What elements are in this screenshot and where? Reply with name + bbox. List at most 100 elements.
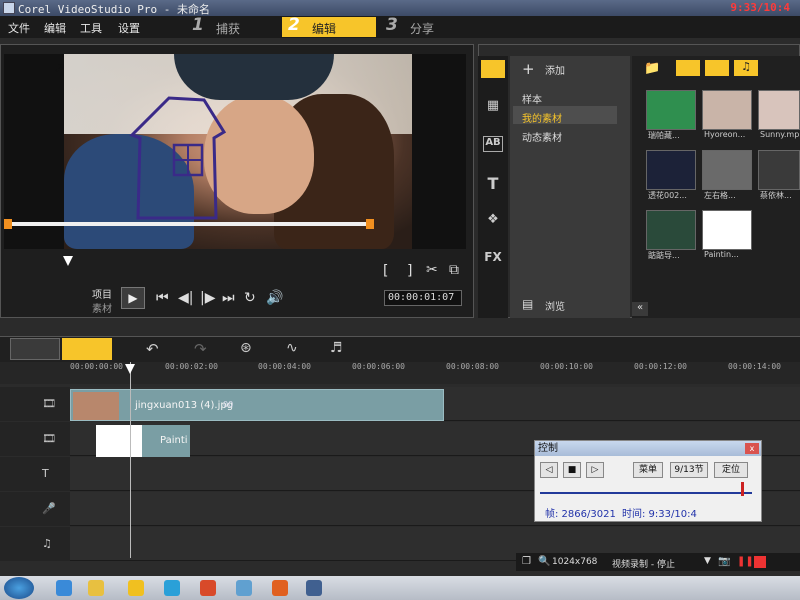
menu-button[interactable]: 菜单 [633,462,663,478]
title-tab-icon[interactable]: T [483,174,503,193]
timeline-playhead[interactable] [130,362,131,558]
menu-settings[interactable]: 设置 [118,20,140,36]
thumbnail-label: 蔡依林... [760,191,792,200]
graphic-tab-icon[interactable]: ❖ [483,212,503,228]
zoom-icon[interactable]: 🔍 [538,556,550,567]
show-photo-toggle[interactable] [705,60,729,76]
browse-button[interactable]: 浏览 [545,298,565,313]
browse-icon[interactable]: ▤ [522,297,533,311]
playback-progress-track[interactable] [540,484,752,494]
step-edit-tab[interactable]: 2 编辑 [282,15,376,37]
powerpoint-icon[interactable] [272,580,288,596]
library-thumbnail[interactable] [702,90,752,130]
volume-icon[interactable]: 🔊 [266,291,283,305]
video-track-icon: 🎞 [42,397,56,410]
prev-chapter-icon[interactable]: ◁ [540,462,558,478]
show-audio-toggle[interactable]: ♫ [734,60,758,76]
record-capture-icon[interactable]: ⊛ [240,340,252,356]
preview-scrubber[interactable] [8,222,370,226]
undo-icon[interactable]: ↶ [146,340,159,358]
play-button[interactable]: ▶ [121,287,145,309]
thumbnail-label: Hyoreon... [704,130,746,139]
prev-frame-icon[interactable]: ◀| [178,291,193,305]
house-drawing-overlay [129,96,227,220]
trim-end-marker[interactable] [366,219,374,229]
thumbnail-label: Sunny.mp... [760,130,800,139]
audio-mixer-icon[interactable]: ∿ [286,340,298,356]
close-icon[interactable]: x [745,443,759,454]
mark-in-button[interactable]: [ [383,264,388,278]
enlarge-preview-icon[interactable]: ⧉ [449,263,459,277]
step-label: 捕获 [216,22,241,36]
library-thumbnail[interactable] [646,90,696,130]
library-thumbnail[interactable] [758,90,800,130]
locate-button[interactable]: 定位 [714,462,748,478]
filter-fx-tab-icon[interactable]: FX [483,250,503,266]
collapse-library-icon[interactable]: « [632,302,648,316]
camera-icon[interactable]: 📷 [718,556,730,567]
control-dialog-title: 控制 [535,441,761,456]
mark-out-button[interactable]: ] [407,264,412,278]
thumb-image [703,151,751,189]
add-folder-button[interactable]: 添加 [545,62,565,77]
go-end-icon[interactable]: ⏭ [222,291,235,305]
cut-icon[interactable]: ✂ [426,263,438,277]
menu-tools[interactable]: 工具 [80,20,102,36]
ie-browser-icon[interactable] [56,580,72,596]
open-folder-icon[interactable]: 📁 [644,61,660,76]
media-tab-active[interactable] [481,60,505,78]
start-button-icon[interactable] [4,577,34,599]
app-icon[interactable] [236,580,252,596]
window-icon[interactable]: ❐ [522,556,531,567]
record-stop-icon[interactable] [754,556,766,568]
library-thumbnail[interactable] [646,210,696,250]
library-thumbnail[interactable] [758,150,800,190]
next-frame-icon[interactable]: |▶ [200,291,215,305]
voice-track-icon: 🎤 [42,502,56,515]
step-share-tab[interactable]: 3 分享 [380,15,472,37]
mode-clip[interactable]: 素材 [92,300,112,315]
timeline-clip-painting[interactable]: Painti [142,425,190,457]
repeat-icon[interactable]: ↻ [244,291,256,305]
qq-icon[interactable] [128,580,144,596]
library-thumbnail[interactable] [702,150,752,190]
folder-dynamic-media[interactable]: 动态素材 [522,129,562,144]
app-icon[interactable] [200,580,216,596]
thumb-image [647,211,695,249]
trim-start-marker[interactable] [4,219,12,229]
transition-tab-icon[interactable]: ▦ [483,98,503,114]
library-thumbnail[interactable] [702,210,752,250]
timecode-field[interactable]: 00:00:01:07 [384,290,462,306]
videostudio-icon[interactable] [306,580,322,596]
step-label: 编辑 [312,22,337,36]
next-chapter-icon[interactable]: ▷ [586,462,604,478]
ruler-tick-label: 00:00:10:00 [540,362,593,371]
folder-explorer-icon[interactable] [88,580,104,596]
mode-project[interactable]: 项目 [92,286,112,301]
auto-music-icon[interactable]: ♬ [330,340,343,356]
overlay-track-icon: 🎞 [42,432,56,445]
windows-taskbar [0,576,800,600]
pause-icon[interactable]: ❚❚ [737,556,754,567]
redo-icon[interactable]: ↷ [194,340,207,358]
chapter-button[interactable]: 9/13节 [670,462,708,478]
app-icon[interactable] [164,580,180,596]
show-video-toggle[interactable] [676,60,700,76]
voice-track-header: 🎤 [0,492,70,526]
timeline-clip-photo[interactable]: jingxuan013 (4).jpg 00 [70,389,444,421]
thumbnail-label: 左右格... [704,191,736,200]
add-folder-icon[interactable]: + [522,60,535,78]
storyboard-view-button[interactable] [10,338,60,360]
step-capture-tab[interactable]: 1 捕获 [186,15,278,37]
folder-my-media[interactable]: 我的素材 [522,110,562,125]
menu-file[interactable]: 文件 [8,20,30,36]
dropdown-arrow-icon[interactable]: ▼ [704,556,711,566]
timeline-view-button[interactable] [62,338,112,360]
progress-position-marker[interactable] [741,482,744,496]
stop-icon[interactable]: ■ [563,462,581,478]
library-thumbnail[interactable] [646,150,696,190]
menu-edit[interactable]: 编辑 [44,20,66,36]
go-start-icon[interactable]: ⏮ [156,291,169,305]
title-ab-tab-icon[interactable]: AB [483,136,503,152]
folder-samples[interactable]: 样本 [522,91,542,106]
